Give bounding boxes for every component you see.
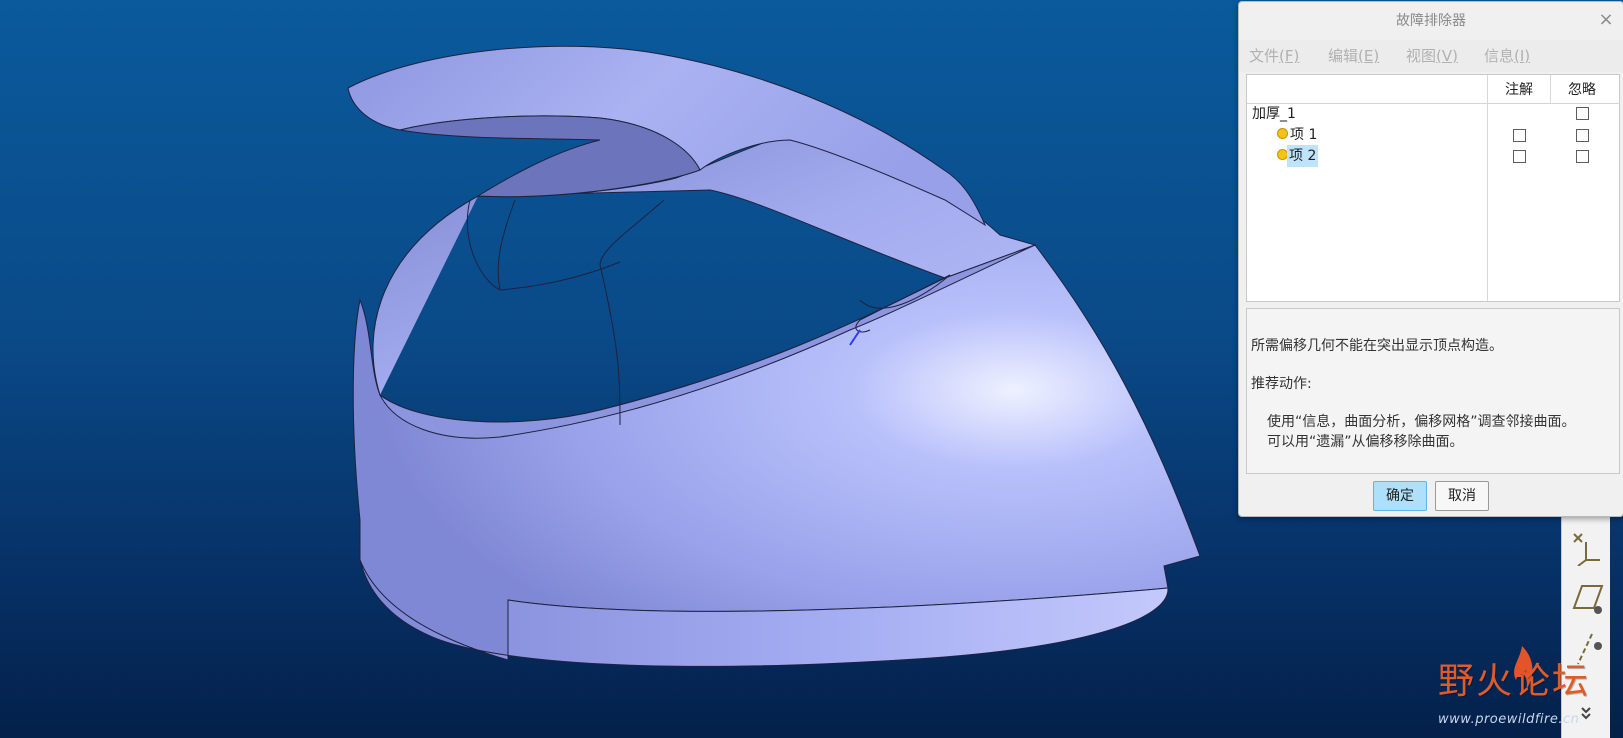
message-panel: 所需偏移几何不能在突出显示顶点构造。 推荐动作: 使用“信息，曲面分析，偏移网格… [1246,308,1620,474]
datum-plane-icon[interactable] [1568,580,1604,616]
troubleshooter-dialog: 故障排除器 × 文件(F) 编辑(E) 视图(V) 信息(I) 注解 忽略 加厚… [1238,1,1623,517]
menu-info[interactable]: 信息(I) [1484,40,1530,72]
csys-icon[interactable] [1568,530,1604,567]
menu-view[interactable]: 视图(V) [1406,40,1458,72]
menu-file[interactable]: 文件(F) [1249,40,1299,72]
tree-label: 项 1 [1290,127,1318,143]
warning-dot-icon [1277,128,1288,139]
expand-chevron-icon[interactable] [1568,690,1604,720]
view-toolbar [1561,500,1610,738]
ignore-checkbox[interactable] [1576,129,1589,142]
tree-label: 项 2 [1287,145,1319,167]
ok-button[interactable]: 确定 [1373,481,1427,511]
column-note[interactable]: 注解 [1488,75,1550,103]
problem-message: 所需偏移几何不能在突出显示顶点构造。 [1251,338,1503,354]
note-checkbox[interactable] [1513,129,1526,142]
ignore-checkbox[interactable] [1576,107,1589,120]
tree-label: 加厚_1 [1252,106,1296,122]
action-heading: 推荐动作: [1251,376,1312,392]
ignore-checkbox[interactable] [1576,150,1589,163]
action-line-2: 可以用“遗漏”从偏移移除曲面。 [1267,434,1464,450]
cancel-button[interactable]: 取消 [1435,481,1489,511]
menu-edit[interactable]: 编辑(E) [1328,40,1379,72]
action-line-1: 使用“信息，曲面分析，偏移网格”调查邻接曲面。 [1267,414,1576,430]
datum-axis-icon[interactable] [1568,630,1604,666]
menu-bar: 文件(F) 编辑(E) 视图(V) 信息(I) [1239,40,1623,72]
column-ignore[interactable]: 忽略 [1550,75,1614,103]
tree-row-item-1[interactable]: 项 1 [1247,124,1619,146]
close-icon[interactable]: × [1595,8,1617,32]
tree-header: 注解 忽略 [1247,75,1619,104]
tree-row-thicken[interactable]: 加厚_1 [1247,103,1619,125]
dialog-title: 故障排除器 [1396,13,1466,29]
item-tree: 注解 忽略 加厚_1 项 1 项 2 [1246,74,1620,302]
note-checkbox[interactable] [1513,150,1526,163]
tree-row-item-2[interactable]: 项 2 [1247,145,1619,167]
